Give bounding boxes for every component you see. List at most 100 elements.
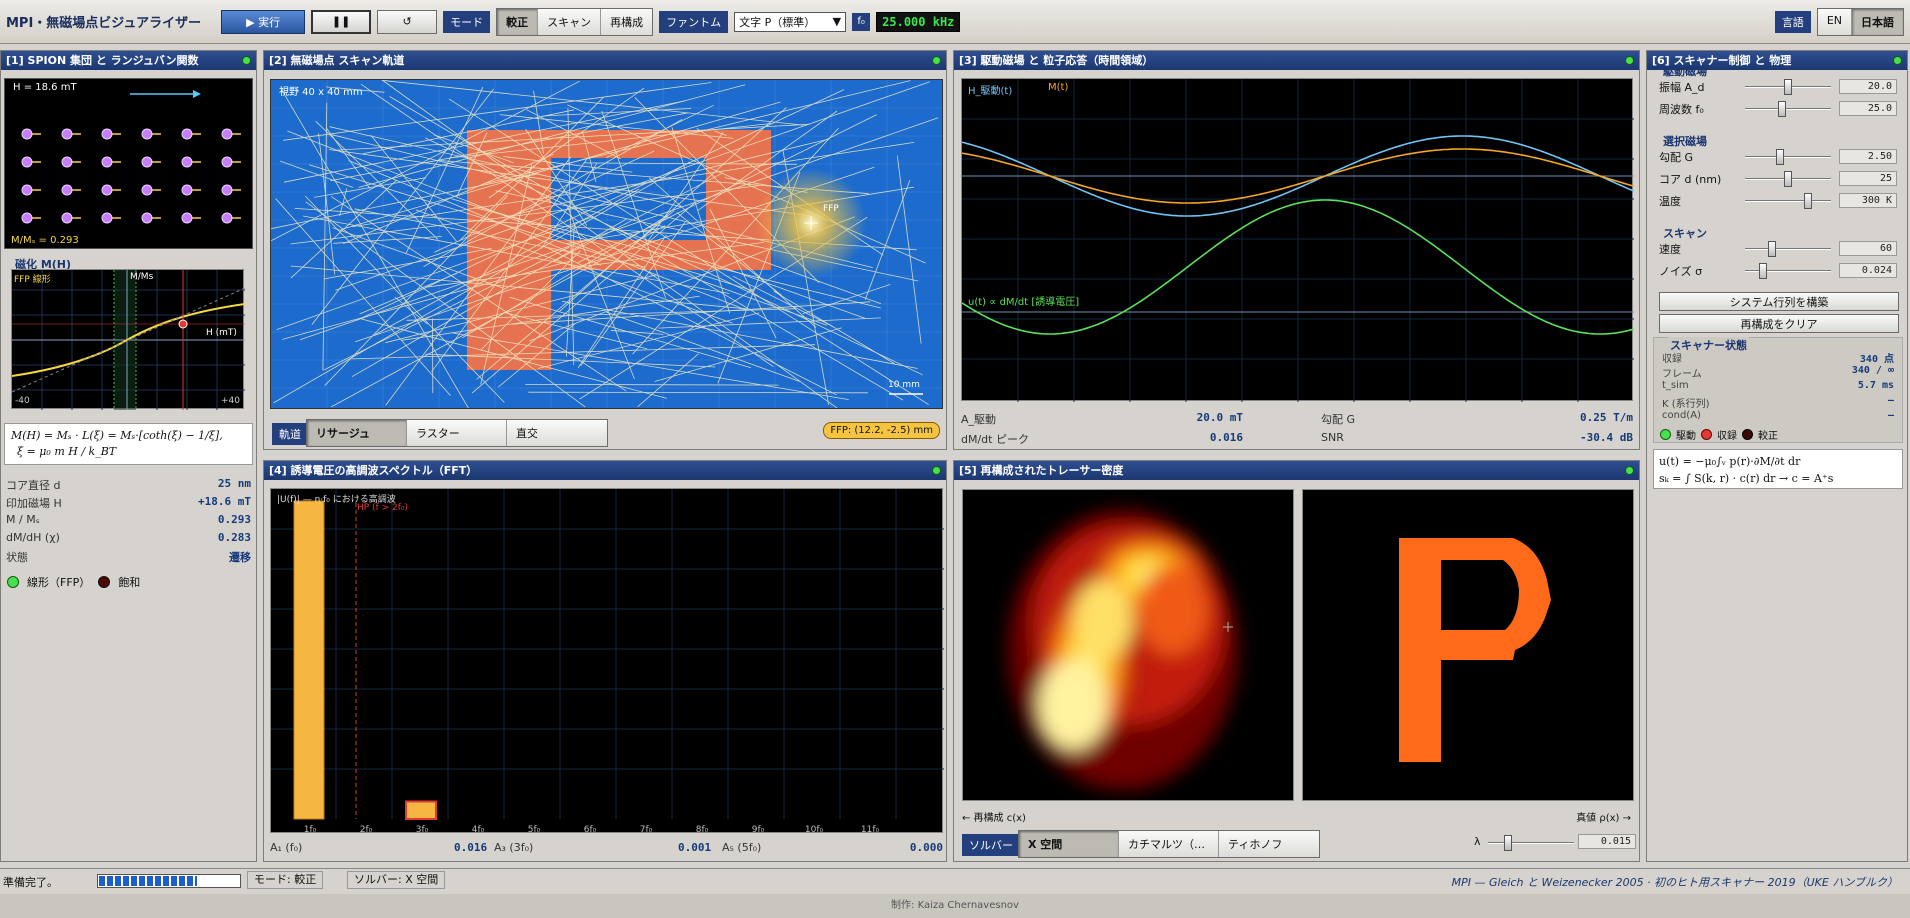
control-slider[interactable] — [1745, 193, 1831, 209]
trajectory-segment — [323, 248, 492, 280]
truth-letter-p — [1399, 538, 1551, 762]
panel-time-domain: [3] 駆動磁場 と 粒子応答（時間領域） H_駆動(t) M(t) u(t) … — [953, 50, 1640, 450]
control-label: ノイズ σ — [1659, 265, 1703, 278]
tab-raster[interactable]: ラスター — [407, 420, 507, 446]
stat-key: コア直径 d — [6, 479, 61, 492]
lang-en[interactable]: EN — [1817, 8, 1852, 35]
status-ready: 準備完了。 — [3, 876, 58, 889]
panel-trajectory: [2] 無磁場点 スキャン軌道 視野 40 x 40 mm FFP 10 mm … — [263, 50, 947, 450]
control-value[interactable]: 2.50 — [1839, 149, 1897, 164]
control-slider[interactable] — [1745, 263, 1831, 279]
panel-spion: [1] SPION 集団 と ランジュバン関数 H = 18.6 mT M/Mₛ… — [0, 50, 257, 862]
solver-tabs: X 空間 カチマルツ（… ティホノフ — [1018, 830, 1320, 858]
control-label: 勾配 G — [1659, 151, 1694, 164]
control-value[interactable]: 25 — [1839, 171, 1897, 186]
equation-2: sₖ = ∫ S(k, r) · c(r) dr → c = A⁺s — [1659, 472, 1834, 485]
control-slider[interactable] — [1745, 149, 1831, 165]
amp-val-1: 0.016 — [454, 841, 488, 854]
particle — [181, 156, 193, 168]
control-label: 周波数 f₀ — [1659, 103, 1704, 116]
trajectory-segment — [637, 353, 699, 408]
control-value[interactable]: 25.0 — [1839, 101, 1897, 116]
tab-cartesian[interactable]: 直交 — [507, 420, 607, 446]
tab-lissajous[interactable]: リサージュ — [307, 420, 407, 446]
particle — [101, 128, 113, 140]
slider-thumb[interactable] — [1759, 263, 1768, 279]
particle — [101, 184, 113, 196]
solver-kaczmarz[interactable]: カチマルツ（… — [1119, 831, 1219, 857]
lambda-slider-thumb[interactable] — [1504, 835, 1512, 851]
build-matrix-button[interactable]: システム行列を構築 — [1659, 292, 1899, 311]
particle — [61, 212, 73, 224]
pause-button[interactable]: ❚❚ — [311, 9, 372, 34]
control-value[interactable]: 0.024 — [1839, 263, 1897, 278]
status-reference: MPI — Gleich と Weizenecker 2005 · 初のヒト用ス… — [1451, 876, 1898, 889]
status-progress-fill — [99, 876, 197, 886]
particle — [181, 212, 193, 224]
state-value: – — [1887, 410, 1894, 421]
control-slider[interactable] — [1745, 101, 1831, 117]
slider-thumb[interactable] — [1777, 101, 1786, 117]
clear-reconstruction-button[interactable]: 再構成をクリア — [1659, 314, 1899, 333]
trajectory-segment — [802, 284, 891, 314]
lambda-value[interactable]: 0.015 — [1578, 834, 1636, 849]
slider-thumb[interactable] — [1768, 241, 1777, 257]
trajectory-segment — [325, 127, 371, 189]
plot-label-h: H (mT) — [206, 328, 237, 338]
mode-scan[interactable]: スキャン — [538, 8, 602, 35]
stat-val-grad: 0.25 T/m — [1580, 411, 1633, 424]
slider-thumb[interactable] — [1784, 79, 1792, 95]
trajectory-label: 軌道 — [272, 423, 308, 445]
stat-val-amp: 20.0 mT — [1196, 411, 1243, 424]
particle — [141, 184, 153, 196]
trajectory-segment — [654, 327, 843, 382]
stat-val-dmdt: 0.016 — [1209, 431, 1243, 444]
control-slider[interactable] — [1745, 241, 1831, 257]
trajectory-view: 視野 40 x 40 mm FFP 10 mm — [270, 79, 943, 409]
status-solver: ソルバー: X 空間 — [347, 871, 446, 889]
particle — [61, 184, 73, 196]
tick-label: 6f₀ — [584, 825, 597, 834]
particle — [221, 184, 233, 196]
slider-thumb[interactable] — [1784, 171, 1792, 187]
stat-key-amp: A_駆動 — [961, 413, 997, 426]
amp-key-3: A₃ (3f₀) — [494, 841, 534, 854]
drive-stats: A_駆動 20.0 mT 勾配 G 0.25 T/m dM/dt ピーク 0.0… — [961, 407, 1633, 447]
control-slider[interactable] — [1745, 171, 1831, 187]
trajectory-tabs: リサージュ ラスター 直交 — [306, 419, 608, 447]
lang-ja[interactable]: 日本語 — [1852, 8, 1903, 35]
particle — [221, 156, 233, 168]
control-value[interactable]: 300 K — [1839, 193, 1897, 208]
trajectory-segment — [864, 180, 911, 300]
trajectory-segment — [279, 160, 354, 188]
mode-reconstruct[interactable]: 再構成 — [601, 8, 653, 35]
tick-label: 2f₀ — [360, 825, 373, 834]
truth-caption: 真値 ρ(x) → — [1576, 813, 1631, 824]
stat-value: 遷移 — [229, 551, 251, 564]
scale-bar-label: 10 mm — [888, 380, 920, 390]
plot-label-ms: M/Ms — [130, 272, 154, 282]
legend-saturation: 飽和 — [118, 576, 141, 589]
harmonic-amplitudes: A₁ (f₀) 0.016 A₃ (3f₀) 0.001 A₅ (5f₀) 0.… — [270, 838, 943, 858]
slider-thumb[interactable] — [1803, 193, 1812, 209]
reset-button[interactable]: ↺ — [377, 9, 438, 34]
stat-key: 状態 — [6, 551, 28, 564]
stat-key: dM/dH (χ) — [6, 531, 60, 544]
control-value[interactable]: 60 — [1839, 241, 1897, 256]
lambda-label: λ — [1474, 835, 1481, 848]
langevin-plot: FFP 線形 M/Ms H (mT) -40 +40 — [11, 269, 245, 410]
control-value[interactable]: 20.0 — [1839, 79, 1897, 94]
particle — [221, 212, 233, 224]
solver-xspace[interactable]: X 空間 — [1019, 831, 1119, 857]
solver-tikhonov[interactable]: ティホノフ — [1219, 831, 1319, 857]
slider-thumb[interactable] — [1776, 149, 1785, 165]
control-slider[interactable] — [1745, 79, 1831, 95]
run-button[interactable]: ▶ 実行 — [221, 9, 306, 34]
plot-label-ffp: FFP 線形 — [14, 275, 51, 285]
phantom-select[interactable]: 文字 P（標準） ▼ — [734, 11, 847, 32]
particle — [101, 212, 113, 224]
particle — [221, 128, 233, 140]
lambda-slider[interactable] — [1488, 835, 1574, 851]
mode-calibrate[interactable]: 較正 — [497, 8, 539, 35]
tick-label: 1f₀ — [304, 825, 317, 834]
